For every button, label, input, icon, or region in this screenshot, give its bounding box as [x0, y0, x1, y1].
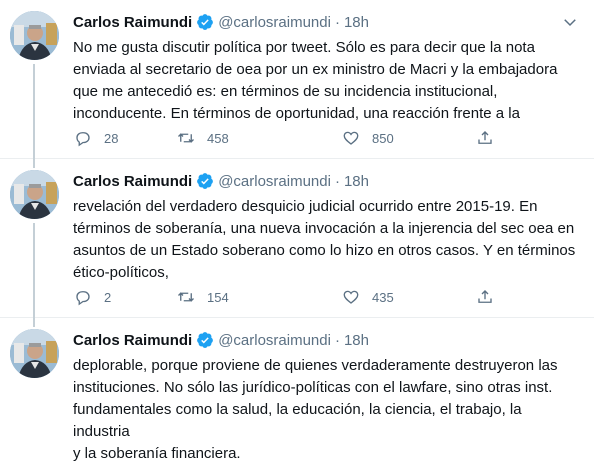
retweet-count: 154 — [207, 289, 229, 305]
reply-button[interactable]: 28 — [73, 128, 118, 148]
author-name[interactable]: Carlos Raimundi — [73, 173, 192, 190]
author-name[interactable]: Carlos Raimundi — [73, 332, 192, 349]
verified-badge-icon — [196, 172, 214, 190]
tweet-text: revelación del verdadero desquicio judic… — [73, 198, 576, 281]
chevron-down-icon[interactable] — [560, 12, 580, 32]
author-handle[interactable]: @carlosraimundi — [218, 173, 331, 190]
avatar[interactable] — [10, 329, 59, 378]
timestamp[interactable]: 18h — [344, 332, 369, 349]
tweet-actions: 28 458 850 — [73, 128, 578, 148]
like-count: 435 — [372, 289, 394, 305]
timestamp[interactable]: 18h — [344, 173, 369, 190]
thread-line — [33, 159, 35, 168]
verified-badge-icon — [196, 331, 214, 349]
thread-line — [33, 223, 35, 318]
tweet-text: deplorable, porque proviene de quienes v… — [73, 357, 558, 462]
retweet-icon — [176, 128, 196, 148]
like-icon — [341, 128, 361, 148]
separator-dot: · — [334, 331, 340, 349]
tweet-header: Carlos Raimundi @carlosraimundi · 18h — [73, 12, 369, 32]
reply-icon — [73, 128, 93, 148]
verified-badge-icon — [196, 13, 214, 31]
retweet-button[interactable]: 154 — [176, 287, 229, 307]
thread-line — [33, 318, 35, 327]
share-icon — [475, 287, 495, 307]
tweet[interactable]: Carlos Raimundi @carlosraimundi · 18h re… — [0, 159, 594, 318]
retweet-icon — [176, 287, 196, 307]
share-button[interactable] — [475, 128, 495, 148]
share-button[interactable] — [475, 287, 495, 307]
like-count: 850 — [372, 130, 394, 146]
share-icon — [475, 128, 495, 148]
avatar[interactable] — [10, 11, 59, 60]
author-handle[interactable]: @carlosraimundi — [218, 14, 331, 31]
avatar[interactable] — [10, 170, 59, 219]
separator-dot: · — [334, 13, 340, 31]
like-icon — [341, 287, 361, 307]
author-handle[interactable]: @carlosraimundi — [218, 332, 331, 349]
reply-count: 2 — [104, 289, 112, 305]
thread-line — [33, 64, 35, 159]
tweet-header: Carlos Raimundi @carlosraimundi · 18h — [73, 330, 369, 350]
retweet-button[interactable]: 458 — [176, 128, 229, 148]
reply-icon — [73, 287, 93, 307]
tweet-text: No me gusta discutir política por tweet.… — [73, 39, 558, 122]
reply-count: 28 — [104, 130, 119, 146]
tweet[interactable]: Carlos Raimundi @carlosraimundi · 18h de… — [0, 318, 594, 462]
reply-button[interactable]: 2 — [73, 287, 111, 307]
separator-dot: · — [334, 172, 340, 190]
retweet-count: 458 — [207, 130, 229, 146]
like-button[interactable]: 435 — [341, 287, 394, 307]
tweet-header: Carlos Raimundi @carlosraimundi · 18h — [73, 171, 369, 191]
like-button[interactable]: 850 — [341, 128, 394, 148]
tweet[interactable]: Carlos Raimundi @carlosraimundi · 18h No… — [0, 0, 594, 159]
author-name[interactable]: Carlos Raimundi — [73, 14, 192, 31]
tweet-actions: 2 154 435 — [73, 287, 578, 307]
timestamp[interactable]: 18h — [344, 14, 369, 31]
